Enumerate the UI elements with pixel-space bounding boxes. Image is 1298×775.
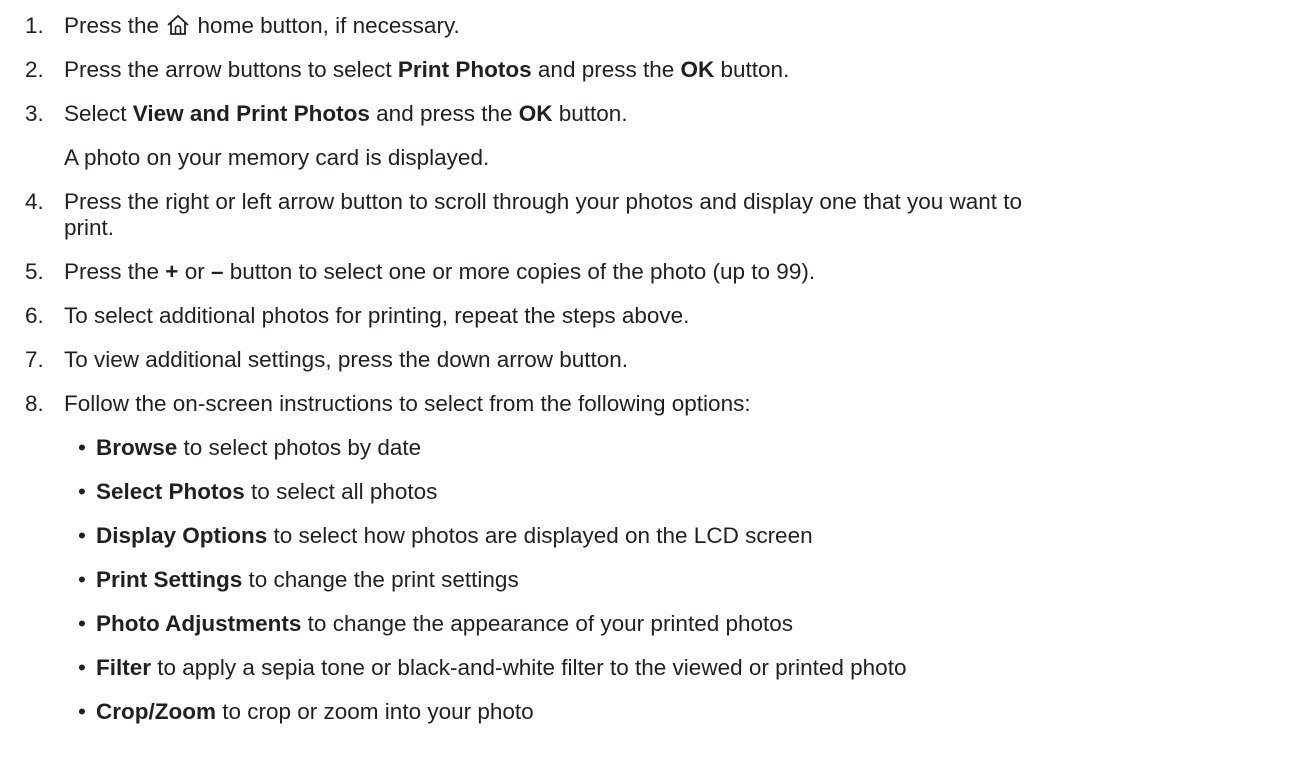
option-desc: to crop or zoom into your photo (215, 699, 534, 724)
option-term: Select Photos (96, 479, 245, 504)
option-term: Browse (96, 435, 178, 460)
bullet-marker: • (78, 435, 86, 460)
step-text-part: button to select one or more copies of t… (223, 259, 816, 284)
step-text-part: Press the (64, 259, 166, 284)
bullet-marker: • (78, 479, 86, 504)
ui-term: OK (680, 57, 715, 82)
ui-term: + (165, 259, 179, 284)
step-text: Press the + or – button to select one or… (64, 258, 1294, 285)
option-desc: to select how photos are displayed on th… (267, 523, 813, 548)
ui-term: OK (518, 101, 553, 126)
step-text-part: button. (552, 101, 628, 126)
option-term: Print Settings (96, 567, 243, 592)
bullet-marker: • (78, 655, 86, 680)
option-desc: to select all photos (244, 479, 438, 504)
bullet-marker: • (78, 523, 86, 548)
step-text-part: or (178, 259, 211, 284)
step-text-part: Press the arrow buttons to select (64, 57, 398, 82)
step-text-part: home button, if necessary. (191, 13, 460, 38)
option-term: Filter (96, 655, 152, 680)
step-text-part: and press the (531, 57, 681, 82)
step-text: To select additional photos for printing… (64, 303, 690, 328)
option-text: Print Settings to change the print setti… (96, 566, 519, 593)
step-text-part: and press the (369, 101, 519, 126)
ui-term: View and Print Photos (132, 101, 370, 126)
option-desc: to select photos by date (177, 435, 422, 460)
instruction-document: 1. Press the home button, if necessary. … (0, 0, 1298, 775)
bullet-marker: • (78, 567, 86, 592)
step-note: A photo on your memory card is displayed… (64, 145, 490, 170)
option-term: Display Options (96, 523, 268, 548)
step-number: 1. (25, 13, 44, 38)
step-text: Press the arrow buttons to select Print … (64, 56, 1294, 83)
step-text-part: button. (714, 57, 790, 82)
step-number: 8. (25, 391, 44, 416)
option-text: Select Photos to select all photos (96, 478, 437, 505)
option-desc: to change the appearance of your printed… (301, 611, 794, 636)
ui-term: – (210, 259, 224, 284)
step-number: 4. (25, 189, 44, 214)
option-text: Browse to select photos by date (96, 434, 421, 461)
step-number: 2. (25, 57, 44, 82)
step-text-part: Press the right or left arrow button to … (64, 189, 1023, 214)
option-text: Filter to apply a sepia tone or black-an… (96, 654, 906, 681)
step-text: Select View and Print Photos and press t… (64, 100, 1294, 127)
bullet-marker: • (78, 611, 86, 636)
step-text: To view additional settings, press the d… (64, 347, 629, 372)
step-number: 5. (25, 259, 44, 284)
option-text: Photo Adjustments to change the appearan… (96, 610, 793, 637)
step-text-part: print. (64, 215, 115, 240)
option-term: Crop/Zoom (96, 699, 216, 724)
option-desc: to change the print settings (242, 567, 519, 592)
step-text-part: Select (64, 101, 133, 126)
ui-term: Print Photos (397, 57, 532, 82)
step-text: Follow the on-screen instructions to sel… (64, 391, 751, 416)
step-text: Press the right or left arrow button to … (64, 188, 1294, 215)
option-text: Display Options to select how photos are… (96, 522, 813, 549)
step-number: 3. (25, 101, 44, 126)
option-desc: to apply a sepia tone or black-and-white… (151, 655, 907, 680)
bullet-marker: • (78, 699, 86, 724)
step-number: 6. (25, 303, 44, 328)
step-number: 7. (25, 347, 44, 372)
step-text: Press the home button, if necessary. (64, 12, 1294, 39)
home-icon (166, 14, 190, 36)
step-text-part: Press the (64, 13, 166, 38)
option-text: Crop/Zoom to crop or zoom into your phot… (96, 698, 534, 725)
option-term: Photo Adjustments (96, 611, 302, 636)
